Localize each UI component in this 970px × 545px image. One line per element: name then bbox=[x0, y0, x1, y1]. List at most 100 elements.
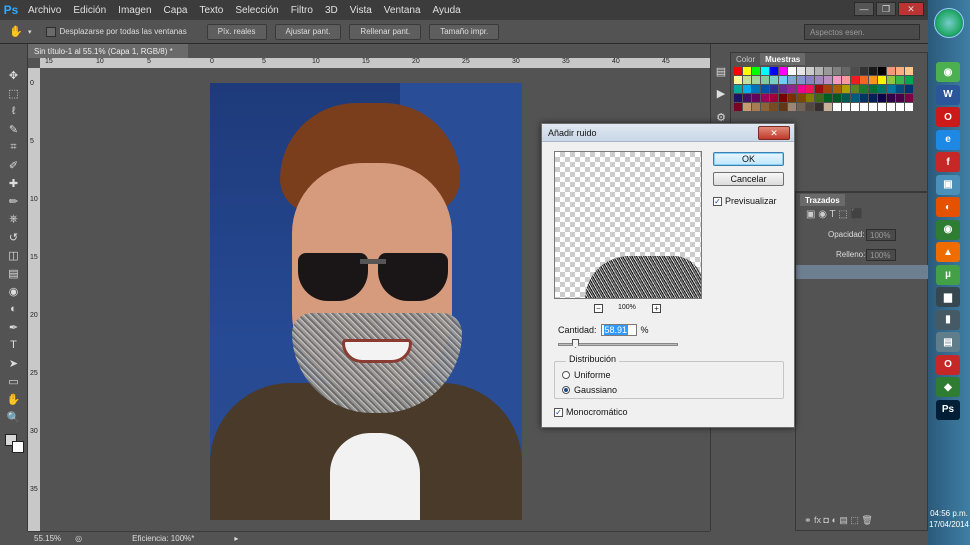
color-swatch[interactable] bbox=[761, 85, 770, 94]
color-swatch[interactable] bbox=[779, 67, 788, 76]
layer-row-selected[interactable] bbox=[796, 265, 929, 279]
color-swatch[interactable] bbox=[878, 94, 887, 103]
hand-tool-icon[interactable]: ✋ bbox=[4, 390, 24, 408]
color-swatch[interactable] bbox=[842, 76, 851, 85]
menu-ayuda[interactable]: Ayuda bbox=[427, 5, 467, 16]
green-app-icon[interactable]: ◆ bbox=[936, 377, 960, 397]
utorrent-icon[interactable]: µ bbox=[936, 264, 960, 285]
quick-select-tool-icon[interactable]: ✎ bbox=[4, 120, 24, 138]
print-size-button[interactable]: Tamaño impr. bbox=[429, 23, 500, 40]
color-swatch[interactable] bbox=[815, 76, 824, 85]
color-swatch[interactable] bbox=[824, 76, 833, 85]
color-swatch[interactable] bbox=[851, 67, 860, 76]
color-swatch[interactable] bbox=[788, 67, 797, 76]
marquee-tool-icon[interactable]: ⬚ bbox=[4, 84, 24, 102]
color-swatch[interactable] bbox=[806, 85, 815, 94]
menu-seleccion[interactable]: Selección bbox=[229, 5, 284, 16]
actions-play-icon[interactable]: ▶ bbox=[711, 84, 731, 102]
color-swatch[interactable] bbox=[851, 103, 860, 112]
color-swatch[interactable] bbox=[734, 67, 743, 76]
color-swatch[interactable] bbox=[860, 103, 869, 112]
color-swatch[interactable] bbox=[806, 76, 815, 85]
color-swatch[interactable] bbox=[860, 85, 869, 94]
firefox-icon[interactable]: ◐ bbox=[936, 197, 960, 217]
amount-input[interactable]: 58.91 bbox=[600, 324, 637, 336]
color-swatch[interactable] bbox=[869, 67, 878, 76]
color-swatch[interactable] bbox=[851, 76, 860, 85]
close-window-button[interactable]: ✕ bbox=[898, 2, 924, 16]
color-swatch[interactable] bbox=[869, 85, 878, 94]
color-swatch[interactable] bbox=[752, 103, 761, 112]
color-swatch[interactable] bbox=[770, 103, 779, 112]
color-swatch[interactable] bbox=[743, 103, 752, 112]
color-swatch[interactable] bbox=[752, 76, 761, 85]
color-swatch[interactable] bbox=[734, 76, 743, 85]
color-swatch[interactable] bbox=[797, 103, 806, 112]
background-color[interactable] bbox=[11, 441, 24, 453]
minimize-button[interactable]: — bbox=[854, 2, 874, 16]
color-swatch[interactable] bbox=[896, 94, 905, 103]
photoshop-task-icon[interactable]: Ps bbox=[936, 399, 960, 420]
color-swatch[interactable] bbox=[887, 85, 896, 94]
color-swatch[interactable] bbox=[905, 94, 914, 103]
color-swatch[interactable] bbox=[887, 76, 896, 85]
workspace-select[interactable]: Aspectos esen. bbox=[804, 24, 920, 40]
monitor-icon[interactable]: ▆ bbox=[936, 287, 960, 307]
menu-archivo[interactable]: Archivo bbox=[22, 5, 67, 16]
color-swatch[interactable] bbox=[752, 67, 761, 76]
color-swatch[interactable] bbox=[779, 85, 788, 94]
gaussian-radio[interactable] bbox=[562, 386, 570, 394]
color-swatch[interactable] bbox=[905, 76, 914, 85]
color-swatch[interactable] bbox=[860, 76, 869, 85]
color-swatch[interactable] bbox=[824, 67, 833, 76]
color-swatch[interactable] bbox=[833, 67, 842, 76]
color-swatch[interactable] bbox=[833, 103, 842, 112]
color-swatch[interactable] bbox=[860, 94, 869, 103]
color-swatch[interactable] bbox=[815, 94, 824, 103]
system-clock[interactable]: 04:56 p.m. 17/04/2014 bbox=[928, 508, 970, 530]
color-swatch[interactable] bbox=[815, 103, 824, 112]
color-swatch[interactable] bbox=[842, 85, 851, 94]
windows-start-button[interactable] bbox=[934, 8, 964, 38]
color-swatch[interactable] bbox=[905, 67, 914, 76]
color-swatch[interactable] bbox=[770, 94, 779, 103]
color-swatch[interactable] bbox=[833, 85, 842, 94]
type-tool-icon[interactable]: T bbox=[4, 336, 24, 354]
color-swatch[interactable] bbox=[860, 67, 869, 76]
cancel-button[interactable]: Cancelar bbox=[713, 172, 784, 186]
color-swatch[interactable] bbox=[905, 85, 914, 94]
color-swatch[interactable] bbox=[788, 76, 797, 85]
color-swatch[interactable] bbox=[779, 94, 788, 103]
uniform-radio[interactable] bbox=[562, 371, 570, 379]
color-swatch[interactable] bbox=[743, 67, 752, 76]
folder-icon[interactable]: ▤ bbox=[936, 332, 960, 352]
color-swatch[interactable] bbox=[887, 103, 896, 112]
zoom-out-button[interactable]: − bbox=[594, 304, 603, 313]
dialog-close-button[interactable]: ✕ bbox=[758, 126, 790, 140]
color-swatch[interactable] bbox=[788, 103, 797, 112]
ie-icon[interactable]: e bbox=[936, 129, 960, 150]
color-swatch[interactable] bbox=[842, 103, 851, 112]
gradient-tool-icon[interactable]: ▤ bbox=[4, 264, 24, 282]
zoom-level[interactable]: 55.15% bbox=[34, 534, 61, 543]
color-swatch[interactable] bbox=[770, 85, 779, 94]
chrome-alt-icon[interactable]: ◉ bbox=[936, 219, 960, 240]
color-swatch[interactable] bbox=[743, 76, 752, 85]
shape-tool-icon[interactable]: ▭ bbox=[4, 372, 24, 390]
actual-pixels-button[interactable]: Píx. reales bbox=[206, 23, 267, 40]
opera-icon[interactable]: O bbox=[936, 107, 960, 127]
color-swatch[interactable] bbox=[761, 103, 770, 112]
filter-preview[interactable] bbox=[554, 151, 702, 299]
stamp-tool-icon[interactable]: ⎈ bbox=[4, 210, 24, 228]
menu-capa[interactable]: Capa bbox=[158, 5, 194, 16]
color-swatch[interactable] bbox=[734, 94, 743, 103]
chrome-icon[interactable]: ◉ bbox=[936, 62, 960, 82]
vlc-icon[interactable]: ▲ bbox=[936, 242, 960, 262]
layers-footer-icons[interactable]: ⚭ fx ◘ ◐ ▤ ⬚ 🗑 bbox=[796, 515, 929, 531]
color-swatch[interactable] bbox=[770, 76, 779, 85]
move-tool-icon[interactable]: ✥ bbox=[4, 66, 24, 84]
monochrome-checkbox[interactable]: ✓ bbox=[554, 407, 563, 417]
color-swatch[interactable] bbox=[878, 67, 887, 76]
color-swatch[interactable] bbox=[734, 85, 743, 94]
color-swatch[interactable] bbox=[896, 103, 905, 112]
